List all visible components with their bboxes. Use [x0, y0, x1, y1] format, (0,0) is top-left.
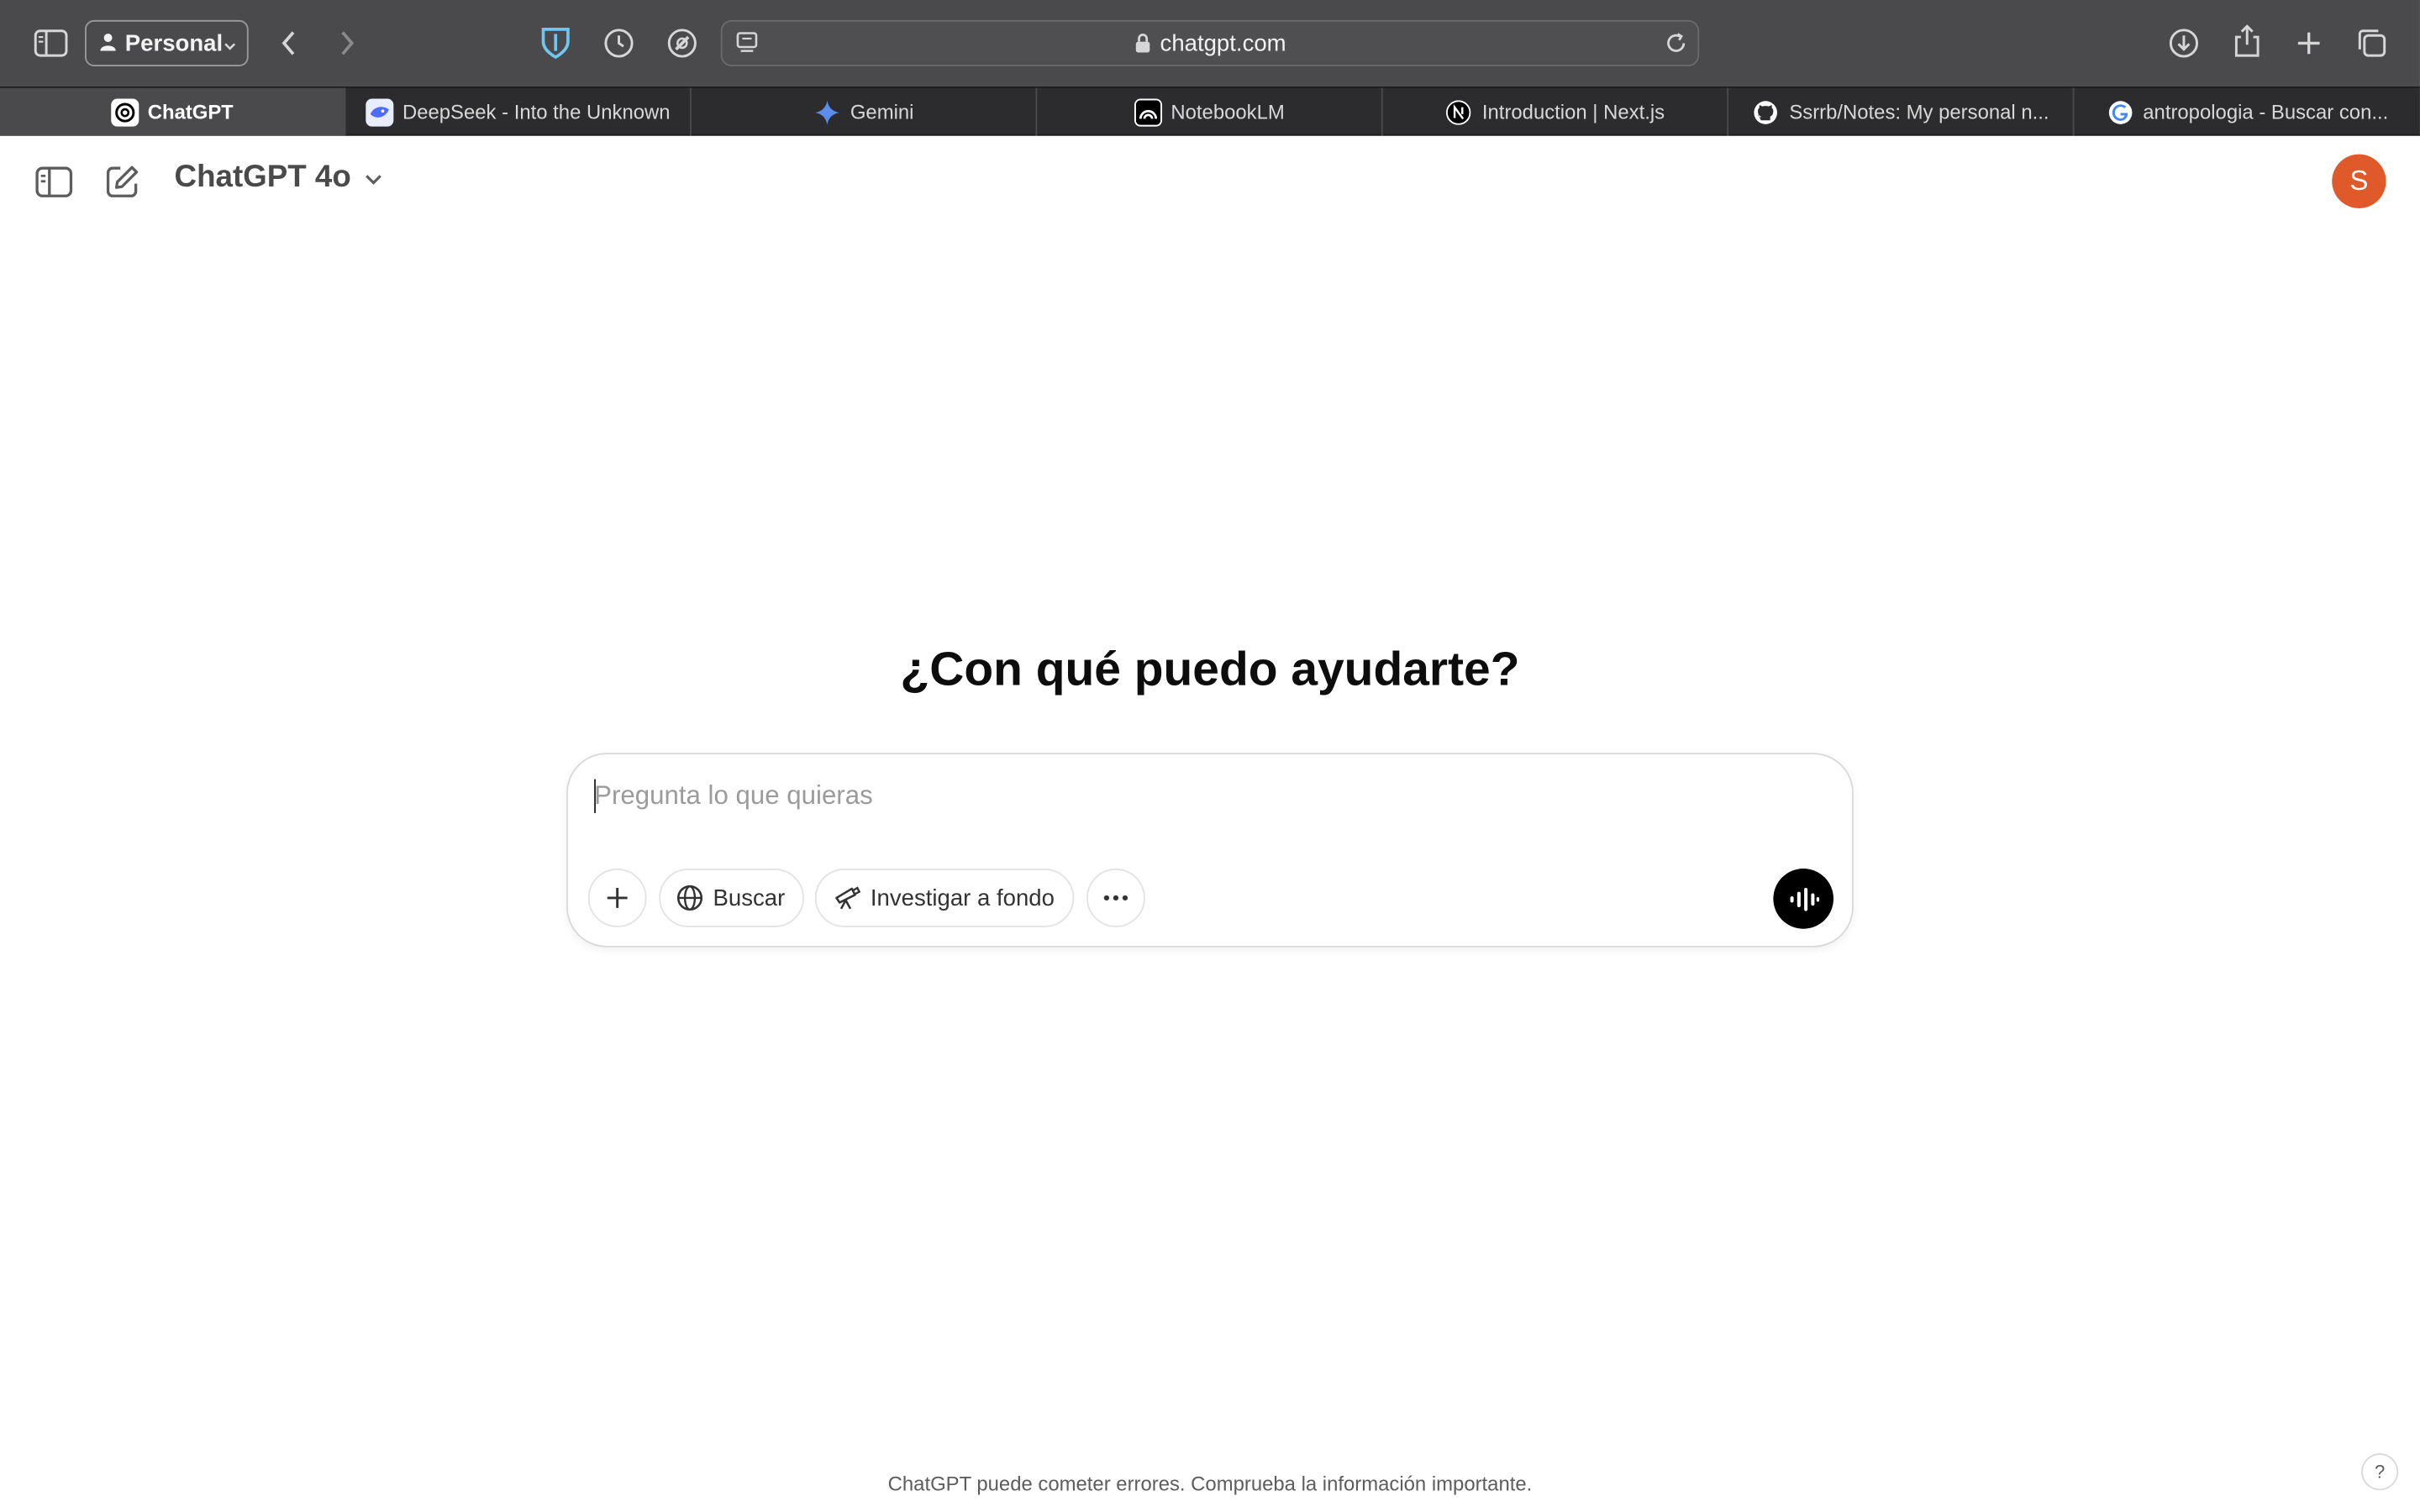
deepseek-logo-icon — [365, 97, 393, 126]
downloads-icon[interactable] — [2167, 26, 2201, 60]
voice-mode-button[interactable] — [1773, 869, 1833, 929]
nextjs-logo-icon — [1445, 98, 1473, 126]
tab-title: Introduction | Next.js — [1481, 100, 1665, 123]
page-title: ¿Con qué puedo ayudarte? — [900, 642, 1520, 696]
voice-waveform-icon — [1789, 887, 1819, 911]
composer: Buscar Investigar a fondo — [566, 753, 1854, 948]
more-dots-icon — [1103, 895, 1128, 901]
back-button[interactable] — [273, 26, 304, 60]
more-tools-button[interactable] — [1086, 869, 1145, 927]
notebooklm-logo-icon — [1134, 97, 1162, 126]
sidebar-open-button[interactable] — [34, 164, 74, 201]
model-label: ChatGPT 4o — [174, 160, 351, 195]
tab-title: Gemini — [850, 100, 914, 123]
reload-icon[interactable] — [1664, 31, 1688, 62]
tab-nextjs[interactable]: Introduction | Next.js — [1383, 87, 1729, 136]
deep-research-button[interactable]: Investigar a fondo — [814, 869, 1075, 927]
search-button[interactable]: Buscar — [659, 869, 804, 927]
tab-title: NotebookLM — [1171, 100, 1285, 123]
lock-icon — [1134, 33, 1150, 55]
tab-title: Ssrrb/Notes: My personal n... — [1789, 100, 2049, 123]
chatgpt-logo-icon — [110, 97, 139, 126]
attach-button[interactable] — [587, 869, 647, 927]
tab-github-notes[interactable]: Ssrrb/Notes: My personal n... — [1728, 87, 2075, 136]
browser-toolbar: Personal chatgpt.com — [0, 0, 2420, 87]
history-clock-icon[interactable] — [602, 26, 635, 60]
tab-google-search[interactable]: antropologia - Buscar con... — [2075, 88, 2420, 136]
plus-icon — [607, 888, 628, 908]
deep-research-label: Investigar a fondo — [870, 885, 1055, 911]
disclaimer-text: ChatGPT puede cometer errores. Comprueba… — [887, 1472, 1533, 1495]
reader-mode-icon[interactable] — [734, 31, 759, 62]
google-logo-icon — [2106, 98, 2133, 126]
avatar[interactable]: S — [2332, 154, 2386, 208]
address-bar[interactable]: chatgpt.com — [720, 19, 1700, 66]
prompt-input[interactable] — [594, 779, 1675, 813]
text-caret — [594, 779, 596, 813]
forward-button[interactable] — [332, 26, 363, 60]
gemini-sparkle-icon — [813, 98, 841, 126]
chevron-left-icon — [281, 31, 295, 55]
tab-title: ChatGPT — [147, 100, 234, 123]
help-button[interactable]: ? — [2361, 1453, 2399, 1491]
chevron-down-icon — [222, 34, 237, 60]
model-selector[interactable]: ChatGPT 4o — [175, 160, 386, 196]
tab-title: DeepSeek - Into the Unknown — [402, 100, 671, 123]
sidebar-icon — [35, 166, 73, 197]
profile-selector[interactable]: Personal — [85, 19, 249, 66]
chevron-down-icon — [363, 167, 385, 189]
url-text: chatgpt.com — [1160, 29, 1286, 57]
search-button-label: Buscar — [713, 885, 786, 911]
edit-pencil-icon — [106, 165, 139, 197]
tab-bar: ChatGPT DeepSeek - Into the Unknown Gemi… — [0, 86, 2420, 136]
tab-deepseek[interactable]: DeepSeek - Into the Unknown — [345, 87, 692, 136]
new-chat-button[interactable] — [102, 162, 142, 202]
bitwarden-shield-icon[interactable] — [539, 24, 572, 61]
telescope-icon — [834, 884, 861, 911]
tab-chatgpt[interactable]: ChatGPT — [0, 87, 346, 136]
globe-icon — [676, 884, 703, 911]
github-logo-icon — [1752, 98, 1780, 126]
new-tab-plus-icon[interactable] — [2291, 26, 2325, 60]
blocker-icon[interactable] — [666, 26, 699, 60]
share-icon[interactable] — [2230, 24, 2264, 60]
profile-label: Personal — [124, 29, 224, 57]
tab-notebooklm[interactable]: NotebookLM — [1037, 87, 1383, 136]
chevron-right-icon — [341, 31, 355, 55]
tab-title: antropologia - Buscar con... — [2143, 100, 2389, 123]
tab-gemini[interactable]: Gemini — [692, 87, 1038, 136]
sidebar-toggle-icon[interactable] — [34, 26, 68, 60]
person-icon — [99, 30, 118, 56]
tab-overview-icon[interactable] — [2355, 26, 2389, 60]
